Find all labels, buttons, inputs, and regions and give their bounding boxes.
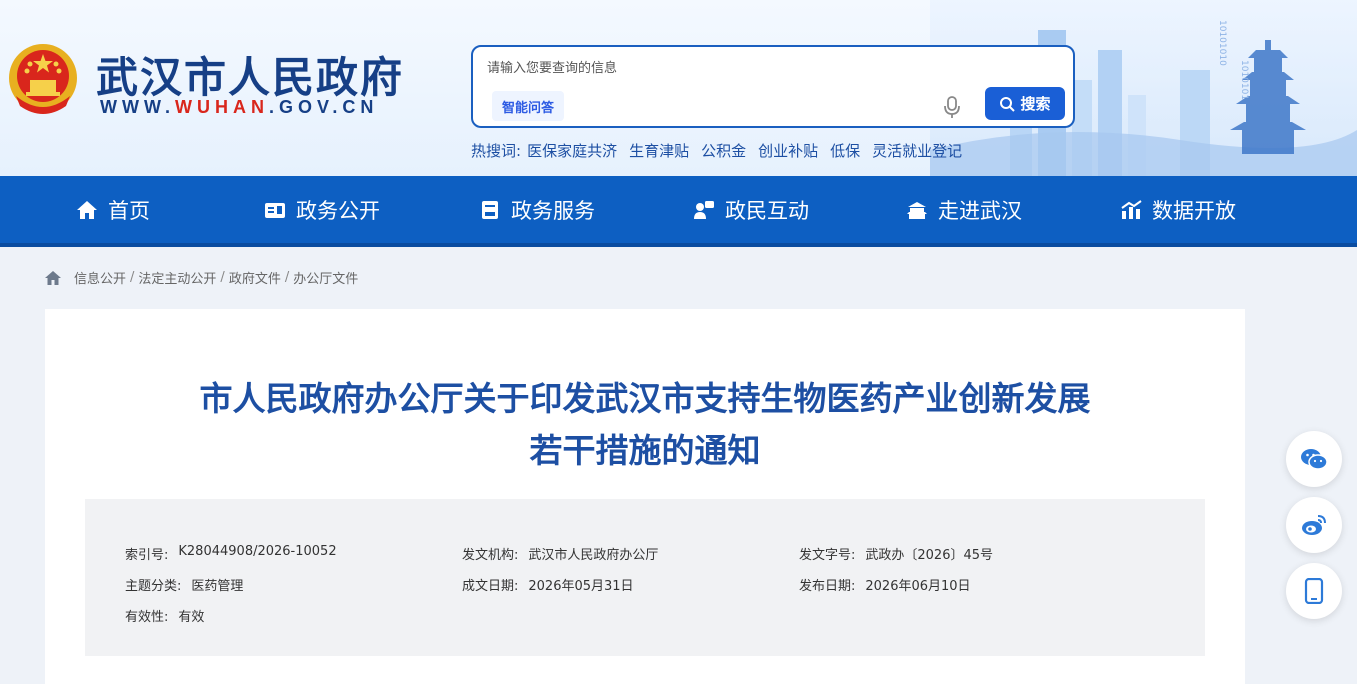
microphone-icon[interactable] — [941, 95, 963, 119]
mobile-button[interactable] — [1286, 563, 1342, 619]
nav-item-wuhan[interactable]: 走进武汉 — [906, 194, 1022, 226]
nav-item-open-gov[interactable]: 政务公开 — [264, 194, 380, 226]
national-emblem-logo — [9, 44, 77, 114]
home-icon — [77, 201, 97, 219]
document-card: 市人民政府办公厅关于印发武汉市支持生物医药产业创新发展 若干措施的通知 索引号:… — [45, 309, 1245, 684]
meta-topic: 主题分类: 医药管理 — [125, 575, 243, 594]
title-line: 市人民政府办公厅关于印发武汉市支持生物医药产业创新发展 — [199, 379, 1091, 418]
document-title: 市人民政府办公厅关于印发武汉市支持生物医药产业创新发展 若干措施的通知 — [45, 373, 1245, 477]
landmark-icon — [907, 202, 927, 219]
url-prefix: WWW. — [100, 97, 175, 117]
meta-label: 发文字号: — [799, 548, 856, 563]
meta-value: 医药管理 — [191, 579, 244, 594]
meta-value: 2026年06月10日 — [865, 579, 971, 594]
breadcrumb: 信息公开 / 法定主动公开 / 政府文件 / 办公厅文件 — [44, 268, 358, 287]
nav-label: 政务服务 — [511, 199, 595, 223]
nav-label: 政务公开 — [296, 199, 380, 223]
svg-text:1010101: 1010101 — [1239, 60, 1249, 100]
meta-value: 武汉市人民政府办公厅 — [528, 548, 659, 563]
meta-published-date: 发布日期: 2026年06月10日 — [799, 575, 971, 594]
search-input[interactable] — [487, 57, 927, 79]
service-icon — [482, 201, 498, 219]
search-button[interactable]: 搜索 — [985, 87, 1065, 120]
meta-value: 2026年05月31日 — [528, 579, 634, 594]
hot-term[interactable]: 创业补贴 — [758, 140, 818, 161]
wechat-button[interactable] — [1286, 431, 1342, 487]
nav-item-service[interactable]: 政务服务 — [479, 194, 595, 226]
breadcrumb-link[interactable]: 信息公开 — [74, 268, 126, 287]
hot-search-terms: 热搜词: 医保家庭共济 生育津贴 公积金 创业补贴 低保 灵活就业登记 — [471, 140, 974, 161]
meta-label: 有效性: — [125, 610, 169, 625]
meta-value: 武政办〔2026〕45号 — [865, 548, 994, 563]
svg-text:10101010: 10101010 — [1217, 20, 1227, 66]
hot-search-label: 热搜词: — [471, 142, 522, 160]
breadcrumb-link[interactable]: 办公厅文件 — [293, 268, 358, 287]
hot-term[interactable]: 生育津贴 — [629, 140, 689, 161]
hot-term[interactable]: 医保家庭共济 — [527, 140, 617, 161]
main-nav: 首页 政务公开 政务服务 政民互动 走进武汉 数据开放 — [0, 176, 1357, 247]
nav-label: 走进武汉 — [938, 199, 1022, 223]
site-header: 1010101 10101010 武汉市人民政府 WWW.WUHAN.GOV.C… — [0, 0, 1357, 176]
nav-label: 数据开放 — [1152, 199, 1236, 223]
meta-label: 索引号: — [125, 548, 169, 563]
search-box: 智能问答 搜索 — [471, 45, 1075, 128]
interaction-icon — [694, 201, 714, 219]
weibo-icon — [1302, 515, 1326, 535]
nav-item-data[interactable]: 数据开放 — [1120, 194, 1236, 226]
mobile-icon — [1304, 578, 1324, 604]
hot-term[interactable]: 灵活就业登记 — [872, 140, 962, 161]
nav-label: 首页 — [108, 199, 150, 223]
open-gov-icon — [265, 203, 285, 218]
nav-item-interaction[interactable]: 政民互动 — [693, 194, 809, 226]
url-mid: WUHAN — [174, 97, 269, 117]
title-line: 若干措施的通知 — [529, 431, 761, 470]
search-icon — [1000, 96, 1016, 112]
breadcrumb-link[interactable]: 法定主动公开 — [138, 268, 216, 287]
nav-item-home[interactable]: 首页 — [76, 194, 150, 226]
hot-term[interactable]: 公积金 — [701, 140, 746, 161]
ai-qa-button[interactable]: 智能问答 — [492, 91, 564, 121]
breadcrumb-separator: / — [220, 270, 225, 285]
site-url: WWW.WUHAN.GOV.CN — [100, 97, 378, 118]
document-meta: 索引号: K28044908/2026-10052 发文机构: 武汉市人民政府办… — [85, 499, 1205, 656]
breadcrumb-separator: / — [284, 270, 290, 285]
breadcrumb-separator: / — [130, 270, 135, 285]
meta-label: 发布日期: — [799, 579, 856, 594]
site-title[interactable]: 武汉市人民政府 — [96, 44, 404, 105]
meta-value: K28044908/2026-10052 — [178, 544, 337, 559]
weibo-button[interactable] — [1286, 497, 1342, 553]
meta-value: 有效 — [178, 610, 205, 625]
wechat-icon — [1301, 449, 1328, 470]
meta-written-date: 成文日期: 2026年05月31日 — [462, 575, 634, 594]
meta-issuer: 发文机构: 武汉市人民政府办公厅 — [462, 544, 658, 563]
hot-term[interactable]: 低保 — [830, 140, 860, 161]
meta-label: 发文机构: — [462, 548, 519, 563]
meta-index: 索引号: K28044908/2026-10052 — [125, 544, 337, 563]
nav-label: 政民互动 — [725, 199, 809, 223]
breadcrumb-link[interactable]: 政府文件 — [229, 268, 281, 287]
meta-label: 成文日期: — [462, 579, 519, 594]
url-suffix: .GOV.CN — [268, 97, 379, 117]
meta-doc-number: 发文字号: 武政办〔2026〕45号 — [799, 544, 993, 563]
search-button-label: 搜索 — [1020, 95, 1051, 113]
meta-label: 主题分类: — [125, 579, 182, 594]
home-icon[interactable] — [44, 270, 62, 286]
meta-validity: 有效性: 有效 — [125, 606, 204, 625]
data-chart-icon — [1121, 200, 1142, 219]
